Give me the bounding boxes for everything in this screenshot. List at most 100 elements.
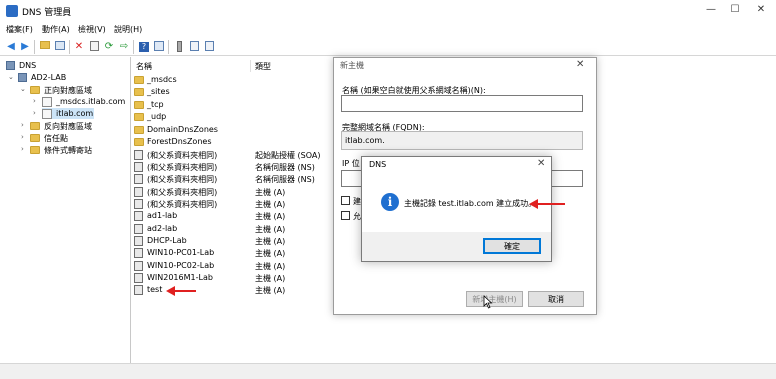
dns-icon: [6, 61, 15, 72]
menu-help[interactable]: 說明(H): [114, 24, 142, 35]
properties-icon[interactable]: [88, 41, 100, 53]
info-icon: i: [381, 193, 399, 211]
dialog-close-button[interactable]: ✕: [576, 59, 584, 70]
folder-icon: [30, 122, 40, 130]
row-type: 主機 (A): [255, 262, 286, 271]
show-tree-icon[interactable]: [54, 41, 66, 53]
maximize-button[interactable]: ☐: [724, 3, 746, 17]
row-name: ForestDnsZones: [147, 137, 212, 146]
column-type-header[interactable]: 類型: [255, 61, 271, 72]
row-name: _msdcs: [147, 75, 177, 84]
fqdn-field: itlab.com.: [341, 131, 583, 150]
message-text: 主機記錄 test.itlab.com 建立成功。: [404, 199, 537, 208]
chevron-right-icon[interactable]: ›: [33, 97, 36, 105]
row-name: (和父系資料夾相同): [147, 200, 218, 209]
back-icon[interactable]: ◀: [5, 41, 17, 53]
delete-icon[interactable]: ✕: [73, 41, 85, 53]
row-name: WIN10-PC02-Lab: [147, 261, 215, 270]
row-type: 主機 (A): [255, 249, 286, 258]
folder-icon: [134, 101, 144, 109]
list-view-icon[interactable]: [188, 41, 200, 53]
toolbar-separator: [34, 40, 35, 54]
record-icon: [134, 261, 143, 271]
folder-icon: [30, 134, 40, 142]
row-name: ad1-lab: [147, 211, 178, 220]
row-name: ad2-lab: [147, 224, 178, 233]
row-name: (和父系資料夾相同): [147, 188, 218, 197]
export-icon[interactable]: ⇨: [118, 41, 130, 53]
close-button[interactable]: ✕: [750, 3, 772, 17]
record-icon: [134, 248, 143, 258]
chevron-right-icon[interactable]: ›: [21, 121, 24, 129]
record-icon: [134, 187, 143, 197]
column-name-header[interactable]: 名稱: [136, 61, 152, 72]
row-type: 主機 (A): [255, 274, 286, 283]
record-icon: [134, 150, 143, 160]
row-name: WIN2016M1-Lab: [147, 273, 213, 282]
row-name: (和父系資料夾相同): [147, 175, 218, 184]
chevron-down-icon[interactable]: ⌄: [20, 85, 26, 93]
tree-itlab-zone[interactable]: itlab.com: [42, 108, 94, 119]
tree-label: 條件式轉寄站: [44, 146, 92, 155]
row-name: (和父系資料夾相同): [147, 163, 218, 172]
zone-icon: [42, 109, 52, 119]
toolbar-separator: [133, 40, 134, 54]
add-host-button[interactable]: 新增主機(H): [466, 291, 523, 307]
folder-icon: [134, 88, 144, 96]
chevron-right-icon[interactable]: ›: [33, 109, 36, 117]
name-input[interactable]: [341, 95, 583, 112]
tree-label: 反向對應區域: [44, 122, 92, 131]
zone-icon: [42, 97, 52, 107]
menu-view[interactable]: 檢視(V): [78, 24, 106, 35]
create-ptr-label: 建: [353, 197, 361, 206]
folder-icon: [30, 146, 40, 154]
row-name: DHCP-Lab: [147, 236, 187, 245]
tree-label: AD2-LAB: [31, 73, 67, 82]
help-icon[interactable]: ?: [138, 41, 150, 53]
row-type: 主機 (A): [255, 188, 286, 197]
ok-button[interactable]: 確定: [483, 238, 541, 254]
server-icon[interactable]: [173, 41, 185, 53]
minimize-button[interactable]: —: [700, 3, 722, 17]
chevron-down-icon[interactable]: ⌄: [8, 73, 14, 81]
record-icon: [134, 162, 143, 172]
row-type: 主機 (A): [255, 200, 286, 209]
folder-icon: [30, 86, 40, 94]
record-icon: [134, 273, 143, 283]
tree-label: 正向對應區域: [44, 86, 92, 95]
menu-file[interactable]: 檔案(F): [6, 24, 33, 35]
fqdn-value: itlab.com.: [345, 136, 385, 145]
message-box-title: DNS: [369, 160, 387, 169]
server-icon: [18, 73, 27, 82]
folder-icon: [134, 76, 144, 84]
chevron-right-icon[interactable]: ›: [21, 133, 24, 141]
refresh-icon[interactable]: ⟳: [103, 41, 115, 53]
forward-icon[interactable]: ▶: [19, 41, 31, 53]
row-name: _udp: [147, 112, 167, 121]
up-folder-icon[interactable]: [39, 41, 51, 53]
allow-update-checkbox[interactable]: [341, 211, 350, 220]
cancel-button[interactable]: 取消: [528, 291, 584, 307]
folder-icon: [134, 126, 144, 134]
dialog-title: 新主機: [340, 61, 364, 70]
chevron-right-icon[interactable]: ›: [21, 145, 24, 153]
tree-label: 信任點: [44, 134, 68, 143]
create-ptr-checkbox[interactable]: [341, 196, 350, 205]
mouse-cursor-icon: [483, 295, 493, 309]
dns-app-icon: [6, 5, 18, 17]
detail-view-icon[interactable]: [203, 41, 215, 53]
row-name: DomainDnsZones: [147, 125, 218, 134]
row-type: 主機 (A): [255, 212, 286, 221]
record-icon: [134, 285, 143, 295]
arrow-icon: [166, 286, 196, 296]
row-type: 名稱伺服器 (NS): [255, 175, 315, 184]
message-box-close-button[interactable]: ✕: [537, 158, 545, 169]
row-type: 主機 (A): [255, 225, 286, 234]
row-type: 名稱伺服器 (NS): [255, 163, 315, 172]
status-bar: [0, 363, 776, 379]
menu-action[interactable]: 動作(A): [42, 24, 70, 35]
console-icon[interactable]: [153, 41, 165, 53]
row-name: WIN10-PC01-Lab: [147, 248, 215, 257]
title-bar: [0, 0, 776, 22]
toolbar-separator: [168, 40, 169, 54]
